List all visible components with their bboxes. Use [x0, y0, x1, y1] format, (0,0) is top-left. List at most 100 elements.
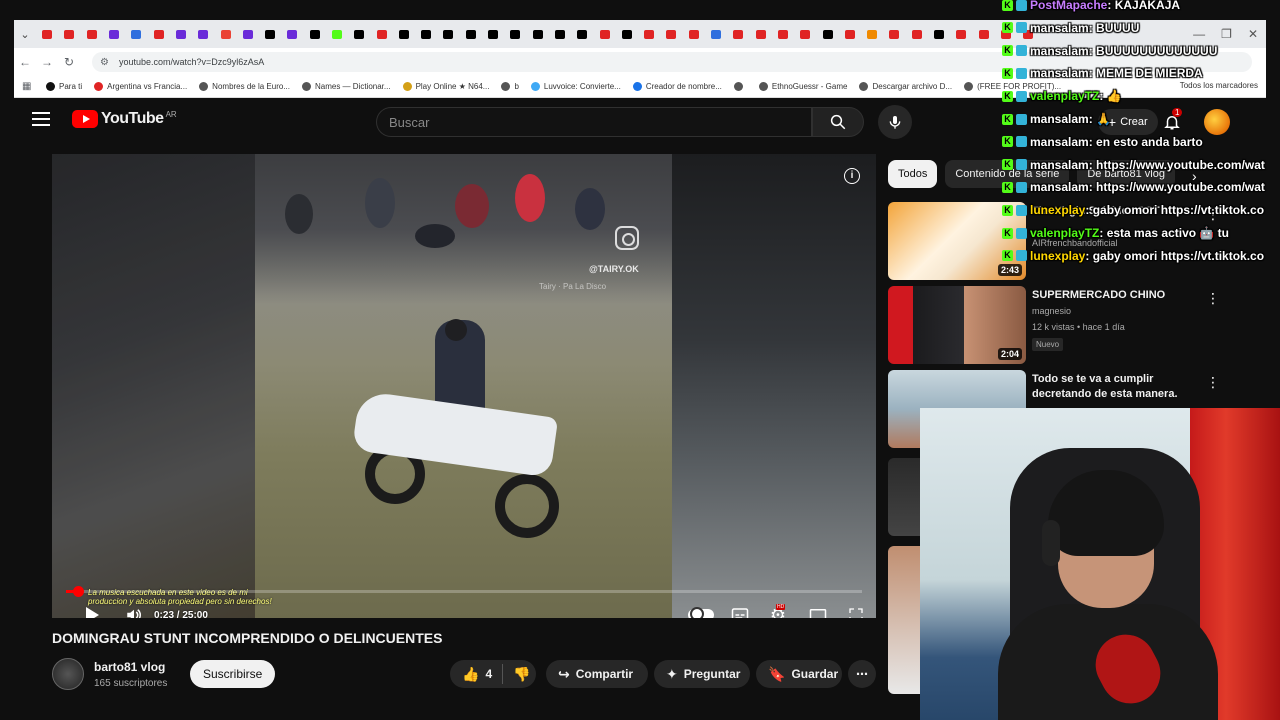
more-actions-button[interactable]: ⋯ — [848, 660, 876, 688]
theater-mode-button[interactable] — [804, 600, 832, 618]
channel-avatar[interactable] — [52, 658, 84, 690]
subscribe-button[interactable]: Suscribirse — [190, 660, 276, 688]
bookmark-item[interactable]: Names — Dictionar... — [301, 82, 391, 91]
site-info-icon[interactable]: ⚙ — [100, 57, 109, 68]
browser-tab[interactable] — [259, 20, 281, 48]
browser-tab[interactable] — [326, 20, 348, 48]
browser-tab[interactable] — [638, 20, 660, 48]
browser-tab[interactable] — [750, 20, 772, 48]
chat-message: KvalenplayTZ: 👍 — [1002, 85, 1280, 107]
progress-scrubber[interactable] — [72, 586, 84, 597]
video-player[interactable]: @TAIRY.OK Tairy · Pa La Disco i La music… — [52, 154, 876, 618]
info-icon[interactable]: i — [844, 168, 860, 184]
browser-tab[interactable] — [192, 20, 214, 48]
recommendation-thumbnail-partial[interactable] — [888, 546, 920, 694]
recommendation-title[interactable]: Todo se te va a cumplir decretando de es… — [1032, 372, 1202, 402]
like-count[interactable]: 4 — [485, 667, 492, 681]
browser-tab[interactable] — [370, 20, 392, 48]
browser-tab[interactable] — [147, 20, 169, 48]
play-button[interactable] — [80, 600, 104, 618]
recommendation-channel[interactable]: magnesio — [1032, 306, 1071, 316]
back-icon[interactable]: ← — [14, 55, 36, 69]
bookmark-item[interactable]: Para ti — [46, 82, 82, 91]
browser-tab[interactable] — [103, 20, 125, 48]
apps-grid-icon[interactable]: ▦ — [22, 81, 46, 92]
browser-tab[interactable] — [36, 20, 58, 48]
filter-chip[interactable]: Todos — [888, 160, 938, 188]
browser-tab[interactable] — [58, 20, 80, 48]
more-vertical-icon[interactable]: ⋮ — [1206, 290, 1220, 307]
progress-bar[interactable] — [66, 586, 862, 597]
bookmark-item[interactable]: Descargar archivo D... — [859, 82, 952, 91]
browser-tab[interactable] — [906, 20, 928, 48]
fullscreen-button[interactable] — [842, 600, 870, 618]
bookmark-item[interactable]: EthnoGuessr - Game — [758, 82, 847, 91]
chat-username: mansalam — [1030, 20, 1089, 35]
browser-tab[interactable] — [616, 20, 638, 48]
search-input[interactable] — [389, 114, 811, 130]
browser-tab[interactable] — [393, 20, 415, 48]
browser-tab[interactable] — [683, 20, 705, 48]
volume-button[interactable] — [122, 600, 146, 618]
browser-tab[interactable] — [81, 20, 103, 48]
browser-tab[interactable] — [415, 20, 437, 48]
browser-tab[interactable] — [928, 20, 950, 48]
hamburger-menu-icon[interactable] — [32, 112, 50, 126]
browser-tab[interactable] — [705, 20, 727, 48]
browser-tab[interactable] — [839, 20, 861, 48]
browser-tab[interactable] — [348, 20, 370, 48]
browser-tab[interactable] — [549, 20, 571, 48]
bookmark-item[interactable]: Nombres de la Euro... — [199, 82, 290, 91]
voice-search-button[interactable] — [878, 105, 912, 139]
settings-button[interactable]: ⚙ HD — [764, 600, 792, 618]
browser-tab[interactable] — [861, 20, 883, 48]
browser-tab[interactable] — [281, 20, 303, 48]
bookmark-item[interactable]: Argentina vs Francia... — [94, 82, 187, 91]
browser-tab[interactable] — [504, 20, 526, 48]
browser-tab[interactable] — [237, 20, 259, 48]
browser-tab[interactable] — [660, 20, 682, 48]
browser-tab[interactable] — [170, 20, 192, 48]
browser-tab[interactable] — [794, 20, 816, 48]
recommendation-thumbnail[interactable]: 2:04 — [888, 286, 1026, 364]
thumbs-down-icon[interactable]: 👎 — [513, 666, 530, 683]
thumbs-up-icon[interactable]: 👍 — [462, 666, 479, 683]
browser-tab[interactable] — [214, 20, 236, 48]
forward-icon[interactable]: → — [36, 55, 58, 69]
chat-message: Kmansalam: BUUUU — [1002, 17, 1280, 39]
browser-tab[interactable] — [527, 20, 549, 48]
reload-icon[interactable]: ↻ — [58, 55, 80, 69]
search-button[interactable] — [812, 107, 864, 137]
recommendation-thumbnail-partial[interactable] — [888, 458, 920, 536]
recommendation-title[interactable]: SUPERMERCADO CHINO — [1032, 288, 1202, 303]
browser-tab[interactable] — [972, 20, 994, 48]
browser-tab[interactable] — [772, 20, 794, 48]
browser-tab[interactable] — [593, 20, 615, 48]
youtube-logo[interactable]: YouTube AR — [72, 110, 177, 128]
autoplay-toggle[interactable] — [686, 600, 716, 618]
channel-name[interactable]: barto81 vlog — [94, 660, 165, 674]
bookmark-item[interactable]: Play Online ★ N64... — [402, 82, 489, 91]
bookmark-item[interactable]: Creador de nombre... — [632, 82, 722, 91]
save-button[interactable]: 🔖 Guardar — [756, 660, 842, 688]
browser-tab[interactable] — [571, 20, 593, 48]
browser-tab[interactable] — [304, 20, 326, 48]
bookmark-item[interactable]: b — [501, 82, 519, 91]
browser-tab[interactable] — [125, 20, 147, 48]
duration-badge: 2:04 — [997, 348, 1022, 360]
subtitles-button[interactable] — [726, 600, 754, 618]
tab-search-chevron-icon[interactable]: ⌄ — [14, 28, 36, 41]
browser-tab[interactable] — [883, 20, 905, 48]
browser-tab[interactable] — [437, 20, 459, 48]
share-button[interactable]: ↪ Compartir — [546, 660, 648, 688]
browser-tab[interactable] — [460, 20, 482, 48]
recommendation-item[interactable]: 2:04 SUPERMERCADO CHINO magnesio 12 k vi… — [888, 286, 1268, 364]
browser-tab[interactable] — [950, 20, 972, 48]
more-vertical-icon[interactable]: ⋮ — [1206, 374, 1220, 391]
browser-tab[interactable] — [482, 20, 504, 48]
browser-tab[interactable] — [727, 20, 749, 48]
bookmark-item[interactable] — [733, 82, 747, 91]
browser-tab[interactable] — [816, 20, 838, 48]
ask-button[interactable]: ✦ Preguntar — [654, 660, 750, 688]
bookmark-item[interactable]: Luvvoice: Convierte... — [530, 82, 621, 91]
